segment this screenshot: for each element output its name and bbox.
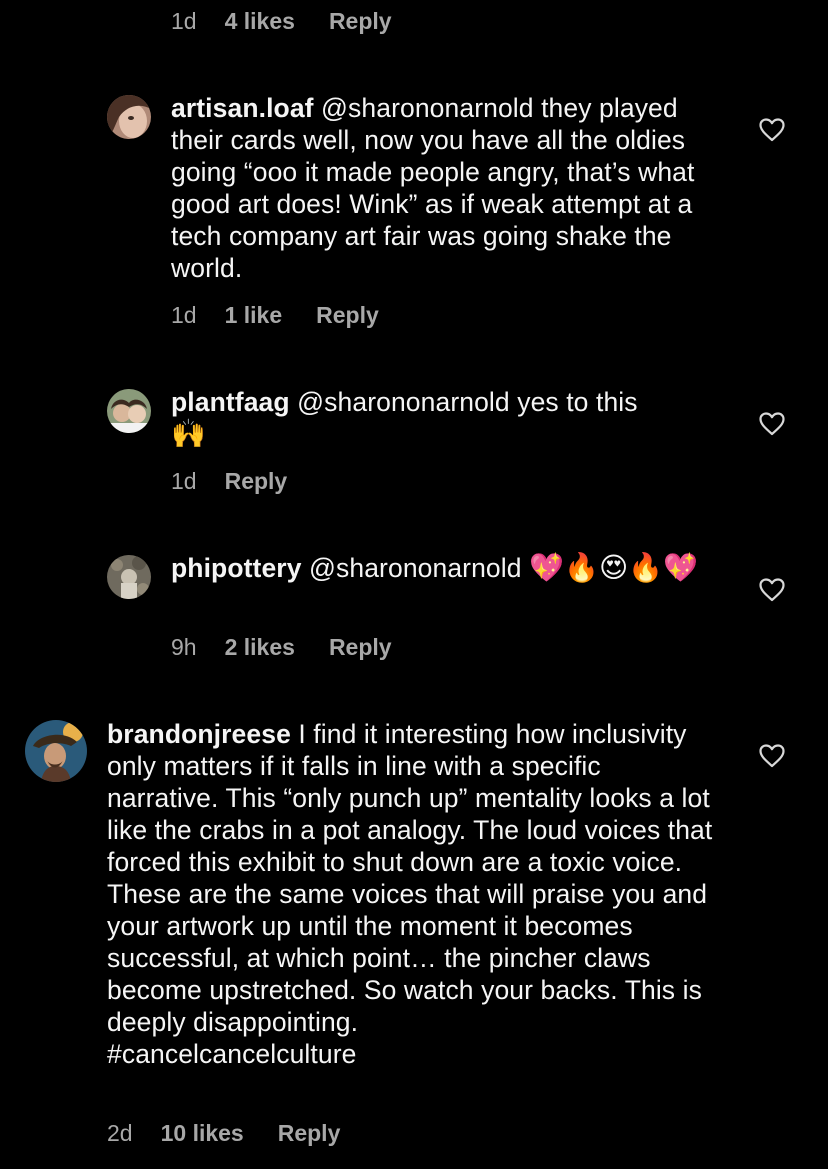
reply-button[interactable]: Reply <box>278 1120 341 1147</box>
comment-username[interactable]: plantfaag <box>171 387 290 417</box>
heart-outline-icon[interactable] <box>759 744 785 768</box>
comment-username[interactable]: brandonjreese <box>107 719 291 749</box>
comment-likes[interactable]: 10 likes <box>161 1120 244 1147</box>
reply-button[interactable]: Reply <box>329 634 392 661</box>
comment-meta: 1d Reply <box>171 468 287 495</box>
comment-meta: 2d 10 likes Reply <box>107 1120 340 1147</box>
comment-meta: 9h 2 likes Reply <box>171 634 392 661</box>
heart-outline-icon[interactable] <box>759 412 785 436</box>
comment-text: I find it interesting how inclusivity on… <box>107 719 713 1037</box>
comment-likes[interactable]: 1 like <box>225 302 283 329</box>
comment-username[interactable]: phipottery <box>171 553 302 583</box>
avatar[interactable] <box>107 389 151 433</box>
reply-button[interactable]: Reply <box>316 302 379 329</box>
comment-likes[interactable]: 4 likes <box>225 8 295 35</box>
comment-likes[interactable]: 2 likes <box>225 634 295 661</box>
comment-body: brandonjreese I find it interesting how … <box>107 718 717 1070</box>
reply-button[interactable]: Reply <box>329 8 392 35</box>
comment-meta-top: 1d 4 likes Reply <box>171 8 392 35</box>
avatar[interactable] <box>107 95 151 139</box>
comment-body: artisan.loaf @sharononarnold they played… <box>171 92 731 284</box>
heart-outline-icon[interactable] <box>759 578 785 602</box>
comment-body: phipottery @sharononarnold 💖🔥😍🔥💖 <box>171 552 731 584</box>
comment-time: 2d <box>107 1120 133 1146</box>
comment-username[interactable]: artisan.loaf <box>171 93 314 123</box>
comment-time: 1d <box>171 468 197 494</box>
comment-body: plantfaag @sharononarnold yes to this 🙌 <box>171 386 731 450</box>
comment-mention[interactable]: @sharononarnold <box>309 553 522 583</box>
emoji-reactions: 💖🔥😍🔥💖 <box>529 552 699 583</box>
avatar[interactable] <box>107 555 151 599</box>
comment-time: 1d <box>171 8 197 34</box>
reply-button[interactable]: Reply <box>225 468 288 495</box>
comment-text: yes to this <box>509 387 638 417</box>
raised-hands-emoji: 🙌 <box>171 418 206 449</box>
comment-time: 1d <box>171 302 197 328</box>
comment-mention[interactable]: @sharononarnold <box>297 387 510 417</box>
comment-time: 9h <box>171 634 197 660</box>
heart-outline-icon[interactable] <box>759 118 785 142</box>
hashtag-link[interactable]: #cancelcancelculture <box>107 1039 356 1069</box>
comment-meta: 1d 1 like Reply <box>171 302 379 329</box>
avatar[interactable] <box>25 720 87 782</box>
comment-mention[interactable]: @sharononarnold <box>321 93 534 123</box>
